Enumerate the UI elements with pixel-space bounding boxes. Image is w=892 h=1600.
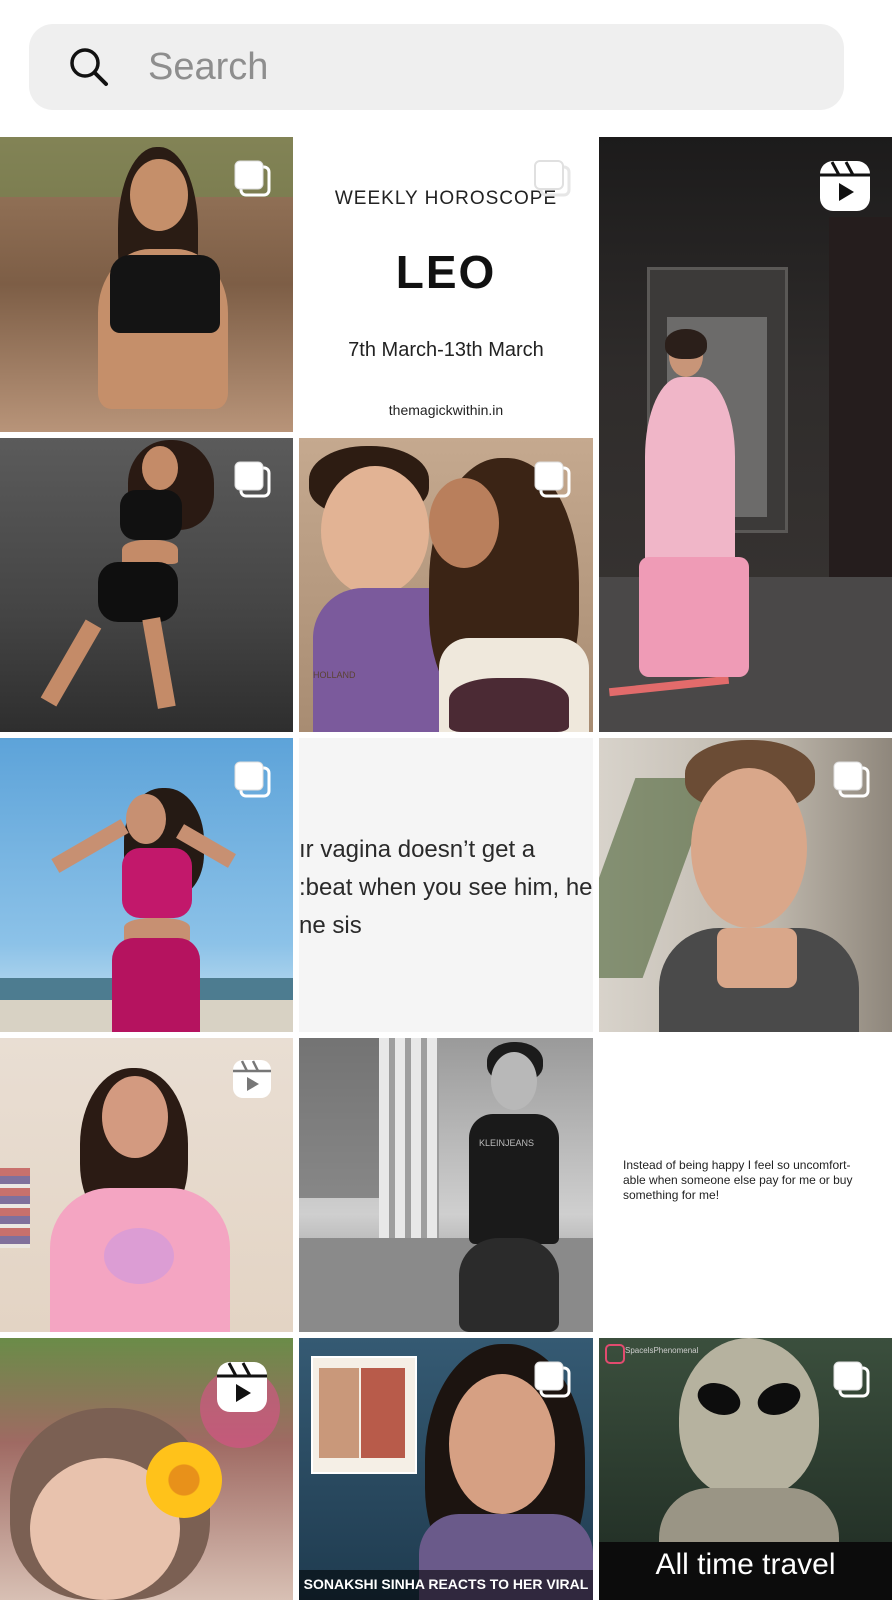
carousel-icon — [231, 157, 273, 199]
carousel-icon — [231, 458, 273, 500]
post-thumbnail[interactable] — [0, 738, 293, 1032]
shirt-text: KLEINJEANS — [479, 1138, 535, 1148]
explore-grid: WEEKLY HOROSCOPE LEO 7th March-13th Marc… — [0, 137, 892, 1600]
post-thumbnail[interactable]: HOLLAND — [299, 438, 593, 732]
carousel-icon — [531, 458, 573, 500]
watermark: HOLLAND — [313, 670, 356, 680]
reel-icon — [231, 1058, 273, 1100]
carousel-icon — [231, 758, 273, 800]
post-thumbnail[interactable]: SONAKSHI SINHA REACTS TO HER VIRAL — [299, 1338, 593, 1600]
quote-text: Instead of being happy I feel so uncomfo… — [623, 1158, 853, 1202]
post-thumbnail[interactable]: SpacelsPhenomenal All time travel — [599, 1338, 892, 1600]
carousel-icon — [531, 157, 573, 199]
post-thumbnail[interactable]: ır vagina doesn’t get a :beat when you s… — [299, 738, 593, 1032]
meme-line: :beat when you see him, he — [299, 874, 593, 901]
meme-line: ne sis — [299, 912, 362, 939]
horoscope-sign: LEO — [395, 246, 497, 298]
post-thumbnail[interactable]: WEEKLY HOROSCOPE LEO 7th March-13th Marc… — [299, 137, 593, 432]
search-input[interactable]: Search — [148, 44, 268, 90]
reel-icon — [215, 1360, 269, 1414]
search-icon — [70, 48, 108, 86]
post-thumbnail[interactable] — [599, 137, 892, 732]
post-thumbnail[interactable] — [0, 438, 293, 732]
meme-line: ır vagina doesn’t get a — [299, 836, 536, 863]
post-thumbnail[interactable] — [599, 738, 892, 1032]
post-thumbnail[interactable] — [0, 1338, 293, 1600]
horoscope-site: themagickwithin.in — [388, 402, 504, 418]
post-thumbnail[interactable] — [0, 137, 293, 432]
carousel-icon — [531, 1358, 573, 1400]
video-caption: All time travel — [655, 1548, 836, 1581]
post-thumbnail[interactable]: KLEINJEANS — [299, 1038, 593, 1332]
source-handle: SpacelsPhenomenal — [625, 1346, 699, 1355]
carousel-icon — [830, 1358, 872, 1400]
reel-icon — [818, 159, 872, 213]
carousel-icon — [830, 758, 872, 800]
horoscope-dates: 7th March-13th March — [348, 339, 544, 361]
post-thumbnail[interactable] — [0, 1038, 293, 1332]
news-caption: SONAKSHI SINHA REACTS TO HER VIRAL — [303, 1576, 589, 1592]
post-thumbnail[interactable]: Instead of being happy I feel so uncomfo… — [599, 1038, 892, 1332]
